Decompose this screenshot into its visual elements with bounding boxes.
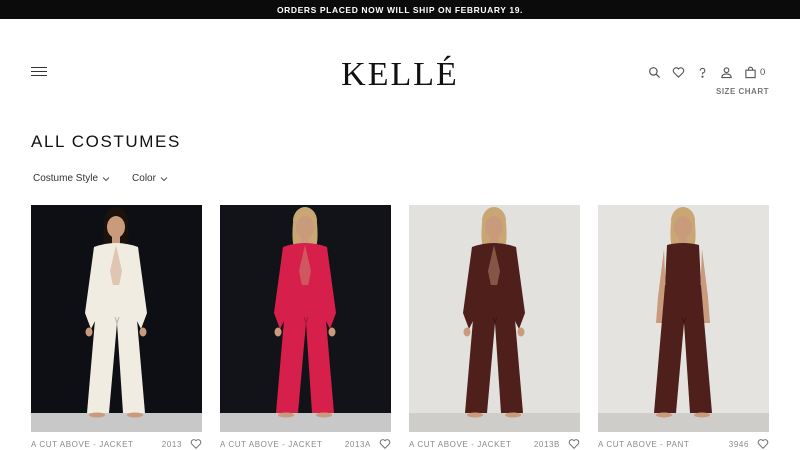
size-chart-link[interactable]: SIZE CHART xyxy=(716,87,769,96)
product-name[interactable]: A CUT ABOVE - JACKET xyxy=(31,440,162,449)
bag-count: 0 xyxy=(760,66,766,78)
page-title: ALL COSTUMES xyxy=(31,132,181,151)
filter-costume-style[interactable]: Costume Style xyxy=(33,173,110,184)
product-sku: 2013A xyxy=(344,439,371,449)
wishlist-heart-icon[interactable] xyxy=(568,438,580,450)
wishlist-heart-icon[interactable] xyxy=(757,438,769,450)
product-caption: A CUT ABOVE - PANT 3946 xyxy=(598,438,769,450)
site-header: KELLÉ 0 SIZE CHART xyxy=(0,19,800,119)
product-sku: 2013B xyxy=(533,439,560,449)
product-name[interactable]: A CUT ABOVE - JACKET xyxy=(220,440,345,449)
bag-icon[interactable] xyxy=(742,64,758,80)
wishlist-heart-icon[interactable] xyxy=(670,64,686,80)
product-caption: A CUT ABOVE - JACKET 2013A xyxy=(220,438,391,450)
logo[interactable]: KELLÉ xyxy=(300,56,500,94)
help-icon[interactable] xyxy=(694,64,710,80)
filter-label: Color xyxy=(132,173,156,184)
announcement-text: ORDERS PLACED NOW WILL SHIP ON FEBRUARY … xyxy=(276,4,524,15)
account-icon[interactable] xyxy=(718,64,734,80)
chevron-down-icon xyxy=(160,176,168,181)
product-card[interactable]: A CUT ABOVE - JACKET 2013B xyxy=(409,205,580,449)
product-caption: A CUT ABOVE - JACKET 2013 xyxy=(31,438,202,450)
filter-label: Costume Style xyxy=(33,173,99,184)
product-image[interactable] xyxy=(31,205,202,432)
chevron-down-icon xyxy=(102,176,110,181)
product-image[interactable] xyxy=(598,205,769,432)
header-icons: 0 xyxy=(640,64,765,80)
product-sku: 3946 xyxy=(728,439,749,449)
product-card[interactable]: A CUT ABOVE - JACKET 2013 xyxy=(31,205,202,449)
search-icon[interactable] xyxy=(646,64,662,80)
product-image[interactable] xyxy=(409,205,580,432)
filter-color[interactable]: Color xyxy=(132,173,168,184)
product-card[interactable]: A CUT ABOVE - JACKET 2013A xyxy=(220,205,391,449)
product-card[interactable]: A CUT ABOVE - PANT 3946 xyxy=(598,205,769,449)
product-caption: A CUT ABOVE - JACKET 2013B xyxy=(409,438,580,450)
announcement-bar: ORDERS PLACED NOW WILL SHIP ON FEBRUARY … xyxy=(0,0,800,19)
product-name[interactable]: A CUT ABOVE - PANT xyxy=(598,440,729,449)
menu-icon[interactable] xyxy=(31,66,47,78)
wishlist-heart-icon[interactable] xyxy=(379,438,391,450)
filter-bar: Costume Style Color xyxy=(33,173,190,184)
product-image[interactable] xyxy=(220,205,391,432)
wishlist-heart-icon[interactable] xyxy=(190,438,202,450)
product-sku: 2013 xyxy=(161,439,182,449)
product-name[interactable]: A CUT ABOVE - JACKET xyxy=(409,440,534,449)
